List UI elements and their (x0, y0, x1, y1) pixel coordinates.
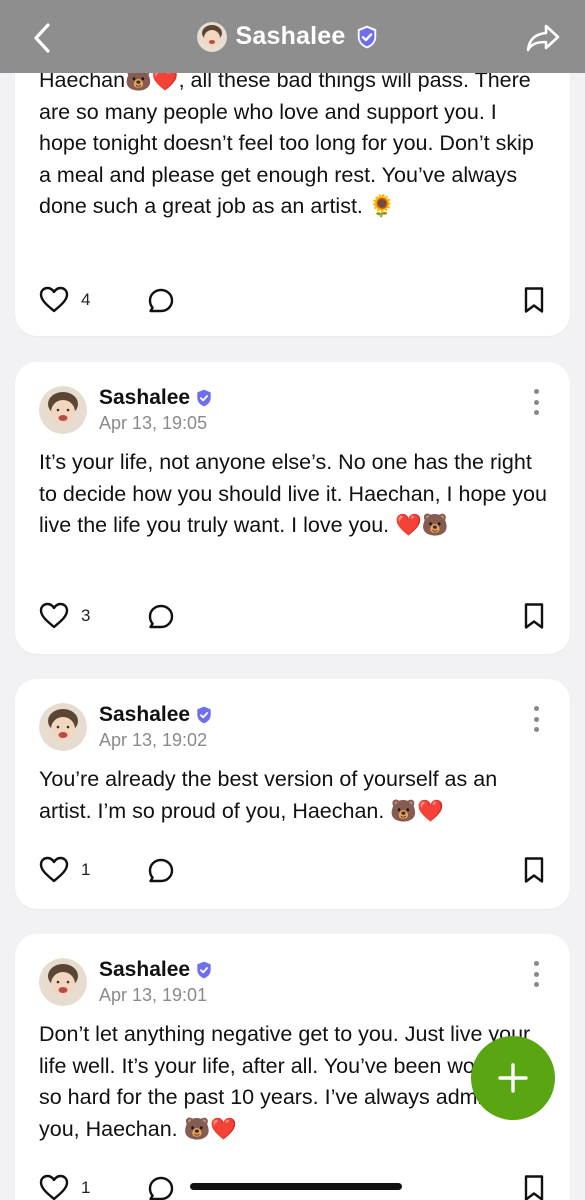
post-header: Sashalee Apr 13, 19:02 (39, 703, 214, 751)
page-title: Sashalee (235, 22, 346, 50)
post-card: Sashalee Apr 13, 19:05 It’s your life, n… (15, 362, 570, 654)
bookmark-button[interactable] (522, 1174, 546, 1200)
author-name[interactable]: Sashalee (99, 958, 190, 982)
chevron-left-icon (34, 23, 50, 53)
like-count: 3 (81, 605, 91, 625)
bookmark-icon (524, 287, 544, 313)
avatar[interactable] (39, 386, 87, 434)
avatar[interactable] (39, 703, 87, 751)
plus-icon (498, 1063, 528, 1093)
like-count: 1 (81, 1177, 91, 1197)
post-card: Sashalee Apr 13, 19:02 You’re already th… (15, 679, 570, 909)
like-button[interactable]: 4 (39, 286, 90, 313)
post-header: Sashalee Apr 13, 19:01 (39, 958, 214, 1006)
bookmark-icon (524, 857, 544, 883)
heart-outline-icon (39, 286, 69, 313)
speech-bubble-icon (148, 1176, 174, 1200)
like-count: 1 (81, 859, 91, 879)
bookmark-icon (524, 603, 544, 629)
speech-bubble-icon (148, 604, 174, 629)
post-text: It’s your life, not anyone else’s. No on… (39, 450, 547, 537)
more-vertical-icon[interactable] (526, 387, 546, 417)
heart-outline-icon (39, 602, 69, 629)
top-bar: Sashalee (0, 0, 585, 73)
like-count: 4 (81, 289, 91, 309)
verified-badge-icon (354, 24, 380, 50)
comment-button[interactable] (147, 857, 175, 890)
page: Sashalee Haechan🐻❤️, all these bad thing… (0, 0, 585, 1200)
more-vertical-icon[interactable] (526, 959, 546, 989)
heart-outline-icon (39, 1174, 69, 1200)
speech-bubble-icon (148, 858, 174, 883)
comment-button[interactable] (147, 287, 175, 320)
post-timestamp: Apr 13, 19:01 (99, 985, 208, 1005)
post-timestamp: Apr 13, 19:02 (99, 730, 208, 750)
author-name[interactable]: Sashalee (99, 703, 190, 727)
compose-button[interactable] (471, 1036, 555, 1120)
avatar (197, 21, 228, 52)
share-arrow-icon (526, 24, 560, 52)
like-button[interactable]: 1 (39, 856, 90, 883)
like-button[interactable]: 3 (39, 602, 90, 629)
post-actions: 1 (39, 856, 546, 886)
post-text: Haechan🐻❤️, all these bad things will pa… (39, 68, 534, 218)
home-indicator[interactable] (190, 1183, 402, 1190)
verified-badge-icon (197, 961, 211, 979)
profile-header[interactable]: Sashalee (197, 21, 380, 52)
bookmark-button[interactable] (522, 602, 546, 635)
more-vertical-icon[interactable] (526, 704, 546, 734)
bookmark-button[interactable] (522, 286, 546, 319)
author-name[interactable]: Sashalee (99, 386, 190, 410)
verified-badge-icon (197, 706, 211, 724)
avatar[interactable] (39, 958, 87, 1006)
back-button[interactable] (24, 20, 60, 56)
verified-badge-icon (197, 389, 211, 407)
post-header: Sashalee Apr 13, 19:05 (39, 386, 214, 434)
post-text: You’re already the best version of yours… (39, 767, 498, 823)
like-button[interactable]: 1 (39, 1174, 90, 1200)
speech-bubble-icon (148, 288, 174, 313)
bookmark-icon (524, 1175, 544, 1200)
post-actions: 4 (39, 286, 546, 316)
comment-button[interactable] (147, 1175, 175, 1200)
bookmark-button[interactable] (522, 856, 546, 889)
heart-outline-icon (39, 856, 69, 883)
post-actions: 3 (39, 602, 546, 632)
share-button[interactable] (523, 18, 563, 58)
comment-button[interactable] (147, 603, 175, 636)
post-timestamp: Apr 13, 19:05 (99, 413, 208, 433)
